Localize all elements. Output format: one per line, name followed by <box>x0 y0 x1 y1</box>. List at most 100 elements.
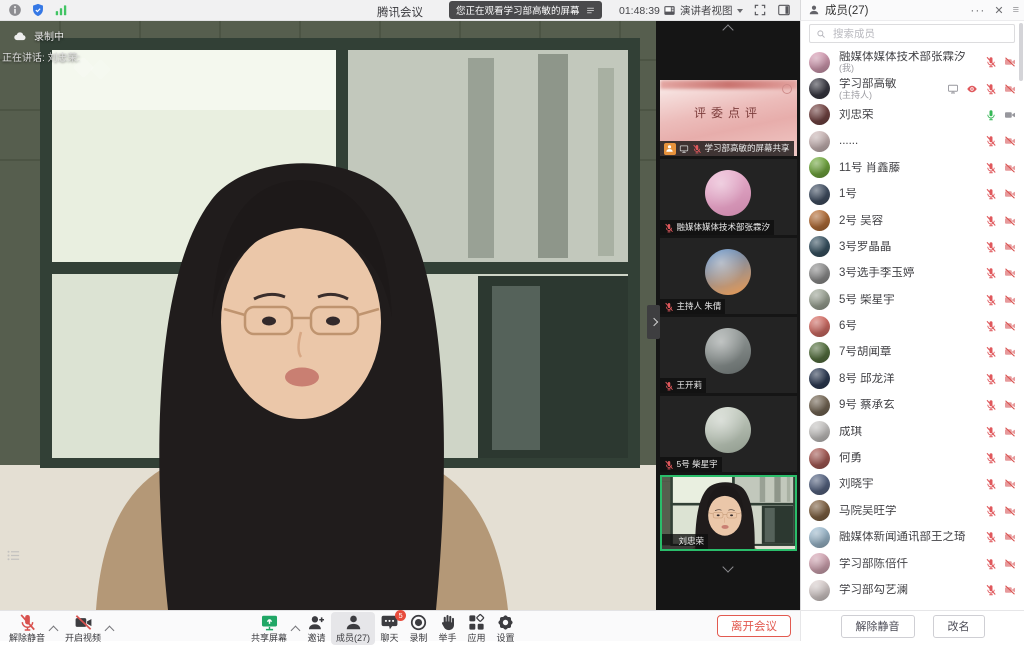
scroll-down-icon[interactable] <box>722 561 733 572</box>
search-icon <box>816 29 826 39</box>
mic-muted-icon <box>985 584 997 596</box>
panel-scrollbar[interactable] <box>1019 23 1023 81</box>
member-row[interactable]: 学习部陈倍仟 <box>801 550 1024 576</box>
toolbar-record-button[interactable]: 录制 <box>404 612 433 645</box>
member-row[interactable]: 3号选手李玉婷 <box>801 260 1024 286</box>
chevron-up-icon[interactable] <box>292 621 299 639</box>
toolbar-person-button[interactable]: 成员(27) <box>331 612 375 645</box>
member-row[interactable]: ...... <box>801 128 1024 154</box>
member-row[interactable]: 刘晓宇 <box>801 471 1024 497</box>
camera-off-icon <box>1004 267 1016 279</box>
member-avatar <box>809 210 830 231</box>
member-name: 学习部高敏 <box>839 78 897 90</box>
camera-off-icon <box>1004 83 1016 95</box>
member-row[interactable]: 融媒体媒体技术部张霖汐 (我) <box>801 49 1024 75</box>
signal-icon[interactable] <box>54 3 68 17</box>
toolbar-share-screen-button[interactable]: 共享屏幕 <box>246 612 292 645</box>
toolbar-gear-button[interactable]: 设置 <box>491 612 520 645</box>
member-row[interactable]: 11号 肖鑫藤 <box>801 155 1024 181</box>
member-name: 9号 蔡承玄 <box>839 399 895 411</box>
collapse-panel-icon[interactable]: ≡ <box>1013 4 1019 16</box>
mic-muted-icon <box>664 381 674 391</box>
member-row[interactable]: 8号 邱龙洋 <box>801 366 1024 392</box>
chevron-up-icon[interactable] <box>50 621 57 639</box>
member-row[interactable]: 5号 柴星宇 <box>801 287 1024 313</box>
member-row[interactable]: 融媒体新闻通讯部王之琦 <box>801 524 1024 550</box>
member-search[interactable] <box>809 24 1015 43</box>
fullscreen-icon[interactable] <box>753 3 767 17</box>
member-row[interactable]: 成琪 <box>801 418 1024 444</box>
search-input[interactable] <box>831 27 1008 41</box>
member-row[interactable]: 学习部高敏 (主持人) <box>801 75 1024 101</box>
filmstrip-tile[interactable]: 评委点评 学习部高敏的屏幕共享 <box>660 80 797 156</box>
chevron-up-icon[interactable] <box>106 621 113 639</box>
member-row[interactable]: 刘忠荣 <box>801 102 1024 128</box>
members-header: 成员(27) ··· ✕ ≡ <box>800 0 1024 21</box>
toolbar-chat-button[interactable]: 聊天 5 <box>375 612 404 645</box>
mic-muted-icon <box>985 452 997 464</box>
member-avatar <box>809 52 830 73</box>
filmstrip: 评委点评 学习部高敏的屏幕共享 融媒体媒体技术部张霖汐 主持人 朱倩 王开莉 5… <box>656 20 800 610</box>
mic-muted-icon <box>985 135 997 147</box>
view-mode-selector[interactable]: 演讲者视图 <box>663 3 743 18</box>
member-row[interactable]: 6号 <box>801 313 1024 339</box>
slide-title: 评委点评 <box>660 104 797 121</box>
filmstrip-tile[interactable]: 王开莉 <box>660 317 797 393</box>
member-name: 学习部勾艺澜 <box>839 584 908 596</box>
tile-avatar <box>705 170 751 216</box>
main-video: 录制中 正在讲话: 刘忠荣: <box>0 20 656 610</box>
panel-toggle-icon[interactable] <box>777 3 791 17</box>
filmstrip-tile[interactable]: 融媒体媒体技术部张霖汐 <box>660 159 797 235</box>
member-name: 马院吴旺学 <box>839 505 897 517</box>
cloud-record-icon <box>13 30 27 42</box>
mic-muted-icon <box>985 83 997 95</box>
filmstrip-collapse-handle[interactable] <box>647 305 660 339</box>
member-row[interactable]: 1号 <box>801 181 1024 207</box>
tile-label: 5号 柴星宇 <box>677 457 718 472</box>
member-row[interactable]: 2号 吴容 <box>801 207 1024 233</box>
rename-button[interactable]: 改名 <box>933 615 985 638</box>
member-row[interactable]: 7号胡闻章 <box>801 339 1024 365</box>
close-panel-icon[interactable]: ✕ <box>994 4 1003 17</box>
member-row[interactable]: 马院吴旺学 <box>801 498 1024 524</box>
member-name: 融媒体媒体技术部张霖汐 <box>839 51 966 63</box>
shield-icon[interactable] <box>31 3 45 17</box>
mic-muted-icon <box>985 294 997 306</box>
member-avatar <box>809 78 830 99</box>
toolbar-cam-off-button[interactable]: 开启视频 <box>60 612 106 645</box>
toolbar-apps-button[interactable]: 应用 <box>462 612 491 645</box>
mic-muted-icon <box>985 373 997 385</box>
toolbar-mic-muted-button[interactable]: 解除静音 <box>4 612 50 645</box>
mic-muted-icon <box>985 215 997 227</box>
mic-muted-icon <box>985 505 997 517</box>
recording-indicator: 录制中 <box>13 28 64 43</box>
screen-share-icon <box>947 83 959 95</box>
member-row[interactable]: 9号 蔡承玄 <box>801 392 1024 418</box>
member-row[interactable]: 3号罗晶晶 <box>801 234 1024 260</box>
toolbar-person-plus-button[interactable]: 邀请 <box>302 612 331 645</box>
member-name: 5号 柴星宇 <box>839 294 895 306</box>
watching-banner-text: 您正在观看学习部高敏的屏幕 <box>456 3 580 17</box>
screen-share-icon <box>679 144 689 154</box>
filmstrip-tile[interactable]: 5号 柴星宇 <box>660 396 797 472</box>
scroll-up-icon[interactable] <box>722 24 733 35</box>
filmstrip-tile[interactable]: 刘忠荣 <box>660 475 797 551</box>
speaker-view-icon <box>663 4 676 17</box>
caption-list-icon[interactable] <box>5 548 22 563</box>
toolbar-hand-button[interactable]: 举手 <box>433 612 462 645</box>
mic-muted-icon <box>664 460 674 470</box>
recording-label: 录制中 <box>34 28 64 43</box>
mic-muted-icon <box>985 478 997 490</box>
filmstrip-tile[interactable]: 主持人 朱倩 <box>660 238 797 314</box>
members-footer: 解除静音 改名 <box>800 610 1024 641</box>
unmute-all-button[interactable]: 解除静音 <box>841 615 915 638</box>
more-options-icon[interactable]: ··· <box>970 6 985 14</box>
member-row[interactable]: 学习部勾艺澜 <box>801 577 1024 603</box>
info-icon[interactable] <box>8 3 22 17</box>
leave-meeting-button[interactable]: 离开会议 <box>717 615 791 637</box>
focus-eye-icon <box>966 83 978 95</box>
tile-label: 王开莉 <box>677 378 703 393</box>
member-row[interactable]: 何勇 <box>801 445 1024 471</box>
member-name: 2号 吴容 <box>839 215 883 227</box>
watching-banner[interactable]: 您正在观看学习部高敏的屏幕 <box>449 1 602 19</box>
